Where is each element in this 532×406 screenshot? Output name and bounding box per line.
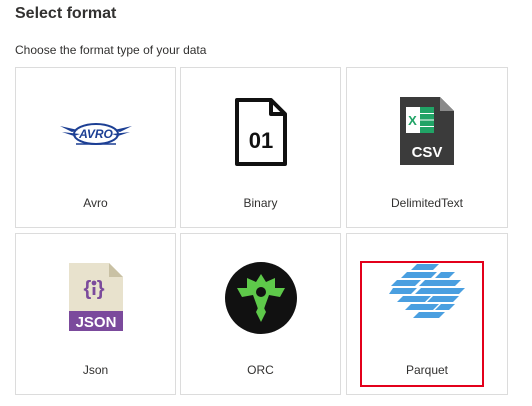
page-title: Select format bbox=[15, 5, 117, 22]
format-tile-json[interactable]: { } JSON Json bbox=[15, 233, 176, 395]
avro-logo-icon: AVRO bbox=[59, 123, 132, 145]
format-tile-parquet[interactable]: Parquet bbox=[346, 233, 508, 395]
svg-text:X: X bbox=[408, 113, 417, 128]
svg-text:CSV: CSV bbox=[412, 144, 443, 161]
csv-file-icon: X CSV bbox=[400, 97, 454, 165]
format-tile-orc[interactable]: ORC bbox=[180, 233, 341, 395]
format-label-binary: Binary bbox=[243, 196, 278, 210]
svg-text:JSON: JSON bbox=[75, 314, 116, 331]
page-subtitle: Choose the format type of your data bbox=[15, 43, 207, 57]
format-tile-avro[interactable]: AVRO Avro bbox=[15, 67, 176, 228]
format-tile-delimitedtext[interactable]: X CSV DelimitedText bbox=[346, 67, 508, 228]
json-file-icon: { } JSON bbox=[68, 263, 123, 331]
orc-logo-icon bbox=[224, 262, 297, 334]
svg-text:AVRO: AVRO bbox=[78, 127, 113, 141]
svg-text:01: 01 bbox=[248, 128, 272, 153]
format-label-avro: Avro bbox=[83, 196, 108, 210]
binary-file-icon: 01 bbox=[234, 98, 287, 166]
format-label-delimitedtext: DelimitedText bbox=[390, 196, 464, 210]
select-format-panel: Select format Choose the format type of … bbox=[0, 0, 532, 406]
parquet-logo-icon bbox=[389, 264, 465, 318]
format-tile-binary[interactable]: 01 Binary bbox=[180, 67, 341, 228]
format-label-parquet: Parquet bbox=[405, 363, 449, 377]
format-label-json: Json bbox=[82, 363, 109, 377]
format-label-orc: ORC bbox=[247, 363, 274, 377]
